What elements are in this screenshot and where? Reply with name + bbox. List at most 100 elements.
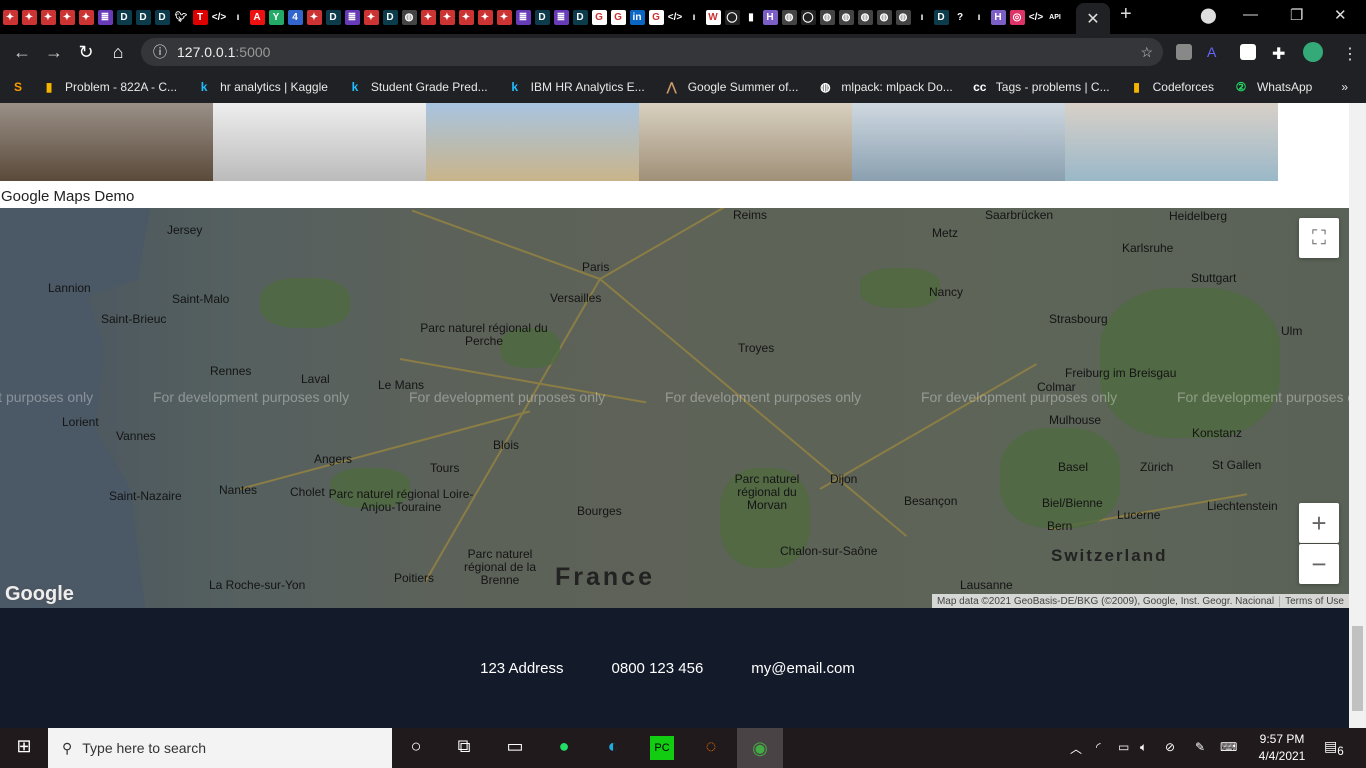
extensions-puzzle-icon[interactable]: ✚ [1272, 44, 1288, 63]
tab-favicon-H-icon[interactable]: H [762, 9, 778, 25]
zoom-out-button[interactable]: − [1299, 544, 1339, 584]
tab-favicon-mlh-icon[interactable]: ✦ [78, 9, 94, 25]
home-icon[interactable]: ⌂ [102, 42, 134, 63]
tray-chevron-icon[interactable]: ︿ [1070, 740, 1082, 757]
edge-icon[interactable]: ◐ [601, 736, 625, 760]
tab-favicon-D-icon[interactable]: D [325, 9, 341, 25]
tab-favicon-mlh-icon[interactable]: ✦ [458, 9, 474, 25]
fullscreen-button[interactable]: ⛶ [1299, 218, 1339, 258]
tab-favicon-mlh-icon[interactable]: ✦ [306, 9, 322, 25]
tab-favicon-n-icon[interactable]: ı [971, 9, 987, 25]
jupyter-icon[interactable]: ◌ [699, 736, 723, 760]
tab-favicon-globe-icon[interactable]: ◍ [819, 9, 835, 25]
pycharm-icon[interactable]: PC [650, 736, 674, 760]
tab-favicon-github-icon[interactable]: ◯ [724, 9, 740, 25]
extension-icon[interactable] [1240, 44, 1256, 60]
tab-favicon-chart-icon[interactable]: ▮ [743, 9, 759, 25]
tab-favicon-A-icon[interactable]: A [249, 9, 265, 25]
bookmark-item[interactable]: k hr analytics | Kaggle [197, 80, 328, 94]
tab-favicon-G-icon[interactable]: G [610, 9, 626, 25]
tab-favicon-n-icon[interactable]: ı [686, 9, 702, 25]
tab-favicon-H-icon[interactable]: H [990, 9, 1006, 25]
tab-favicon-API-icon[interactable]: API [1047, 9, 1063, 25]
bookmark-item[interactable]: ▮ Codeforces [1130, 80, 1214, 94]
apps-icon[interactable]: S [14, 80, 22, 94]
tab-favicon-globe-icon[interactable]: ◍ [838, 9, 854, 25]
terms-link[interactable]: Terms of Use [1279, 595, 1349, 607]
keyboard-icon[interactable]: ⌨ [1220, 740, 1237, 754]
tab-favicon-globe-icon[interactable]: ◍ [857, 9, 873, 25]
tab-favicon-mlh-icon[interactable]: ✦ [496, 9, 512, 25]
tab-favicon-globe-icon[interactable]: ◍ [781, 9, 797, 25]
scrollbar[interactable] [1349, 103, 1366, 728]
bookmark-item[interactable]: ⋀ Google Summer of... [665, 80, 799, 94]
forward-icon[interactable]: → [38, 42, 70, 63]
tab-favicon-mlh-icon[interactable]: ✦ [439, 9, 455, 25]
notifications-icon[interactable]: ▤6 [1324, 738, 1344, 758]
tab-favicon-instagram-icon[interactable]: ◎ [1009, 9, 1025, 25]
volume-icon[interactable]: 🔈︎ [1140, 740, 1147, 755]
reload-icon[interactable]: ↻ [70, 42, 102, 63]
tab-favicon-twitter-icon[interactable]: 🐦︎ [173, 9, 189, 25]
active-tab[interactable]: ✕ [1076, 3, 1110, 34]
wifi-icon[interactable]: ◜ [1096, 740, 1101, 754]
tab-favicon-forms-icon[interactable]: ≣ [553, 9, 569, 25]
tab-favicon-forms-icon[interactable]: ≣ [344, 9, 360, 25]
minimize-button[interactable]: — [1243, 6, 1258, 23]
info-icon[interactable]: ⓘ [153, 42, 167, 62]
taskbar-search[interactable]: ⚲ Type here to search [48, 728, 392, 768]
google-map[interactable]: ⛶ + − Google Map data ©2021 GeoBasis-DE/… [0, 208, 1349, 608]
tab-favicon-github-icon[interactable]: ◯ [800, 9, 816, 25]
tab-favicon-mlh-icon[interactable]: ✦ [477, 9, 493, 25]
tab-favicon-D-icon[interactable]: D [116, 9, 132, 25]
bookmark-star-icon[interactable]: ☆ [1140, 44, 1153, 61]
avatar[interactable] [1303, 42, 1323, 62]
bookmark-item[interactable]: ▮ Problem - 822A - C... [42, 80, 177, 94]
tab-favicon-mlh-icon[interactable]: ✦ [2, 9, 18, 25]
tab-favicon-forms-icon[interactable]: ≣ [515, 9, 531, 25]
bookmark-item[interactable]: k Student Grade Pred... [348, 80, 488, 94]
tab-favicon-globe-icon[interactable]: ◍ [895, 9, 911, 25]
tab-favicon-code-icon[interactable]: </> [667, 9, 683, 25]
tab-favicon-D-icon[interactable]: D [572, 9, 588, 25]
tab-favicon-G-icon[interactable]: G [648, 9, 664, 25]
tab-favicon-D-icon[interactable]: D [154, 9, 170, 25]
task-view-icon[interactable]: ⧉ [452, 736, 476, 760]
network-icon[interactable]: ⊘ [1165, 740, 1175, 754]
tab-favicon-globe-icon[interactable]: ◍ [876, 9, 892, 25]
pen-icon[interactable]: ✎ [1195, 740, 1205, 754]
tab-favicon-Y-icon[interactable]: Y [268, 9, 284, 25]
tab-favicon-G-icon[interactable]: G [591, 9, 607, 25]
tab-favicon-454-icon[interactable]: 4 [287, 9, 303, 25]
address-bar[interactable]: ⓘ 127.0.0.1:5000 ☆ [141, 38, 1163, 66]
tab-favicon-T-icon[interactable]: T [192, 9, 208, 25]
tab-favicon-D-icon[interactable]: D [135, 9, 151, 25]
back-icon[interactable]: ← [6, 42, 38, 63]
scrollbar-thumb[interactable] [1352, 626, 1363, 711]
extension-icon[interactable]: A [1207, 44, 1223, 60]
tab-favicon-mlh-icon[interactable]: ✦ [40, 9, 56, 25]
bookmarks-overflow-button[interactable]: » [1341, 80, 1348, 94]
bookmark-item[interactable]: ◍ mlpack: mlpack Do... [818, 80, 953, 94]
tab-favicon-mlh-icon[interactable]: ✦ [363, 9, 379, 25]
bookmark-item[interactable]: cc Tags - problems | C... [973, 80, 1110, 94]
tab-favicon-W-icon[interactable]: W [705, 9, 721, 25]
bookmark-item[interactable]: ② WhatsApp [1234, 80, 1313, 94]
tab-favicon-mlh-icon[interactable]: ✦ [59, 9, 75, 25]
tab-favicon-?-icon[interactable]: ? [952, 9, 968, 25]
tab-favicon-D-icon[interactable]: D [382, 9, 398, 25]
close-window-button[interactable]: ✕ [1334, 6, 1347, 24]
tab-favicon-code-icon[interactable]: </> [211, 9, 227, 25]
tab-favicon-mlh-icon[interactable]: ✦ [420, 9, 436, 25]
tab-favicon-mlh-icon[interactable]: ✦ [21, 9, 37, 25]
battery-icon[interactable]: ▭ [1118, 740, 1129, 754]
tab-favicon-forms-icon[interactable]: ≣ [97, 9, 113, 25]
extension-icon[interactable] [1176, 44, 1192, 60]
tab-favicon-n-icon[interactable]: ı [230, 9, 246, 25]
zoom-in-button[interactable]: + [1299, 503, 1339, 543]
cortana-icon[interactable]: ○ [404, 736, 428, 760]
restore-button[interactable]: ❐ [1290, 6, 1303, 24]
bookmark-item[interactable]: k IBM HR Analytics E... [508, 80, 644, 94]
close-tab-icon[interactable]: ✕ [1086, 9, 1099, 29]
clock[interactable]: 9:57 PM 4/4/2021 [1252, 732, 1312, 763]
